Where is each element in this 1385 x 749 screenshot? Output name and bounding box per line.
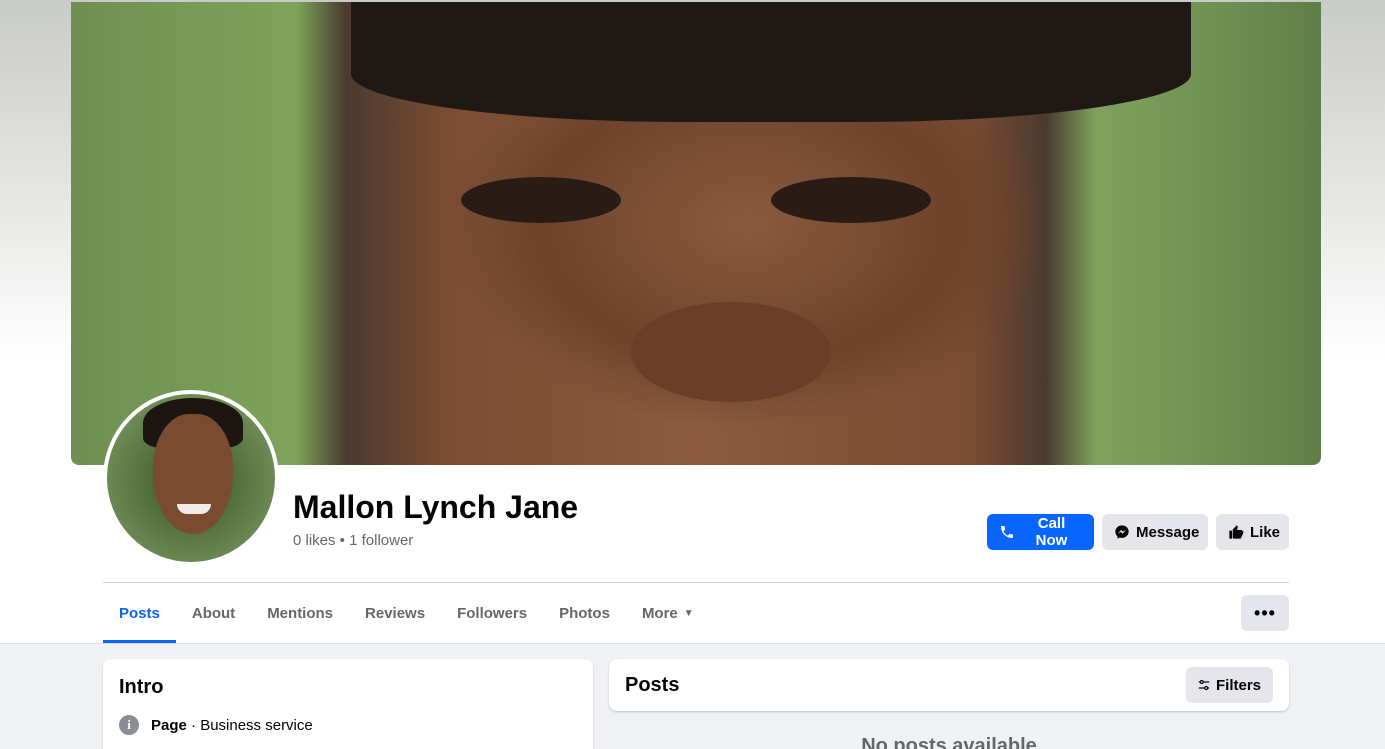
posts-card: Posts Filters (609, 659, 1289, 711)
thumbs-up-icon (1229, 525, 1244, 539)
messenger-icon (1115, 525, 1129, 539)
message-button[interactable]: Message (1102, 514, 1208, 550)
tab-posts[interactable]: Posts (103, 583, 176, 643)
tab-photos[interactable]: Photos (543, 583, 626, 643)
intro-page-category: i Page · Business service (119, 715, 313, 735)
profile-stats[interactable]: 0 likes • 1 follower (293, 532, 413, 549)
tab-about[interactable]: About (176, 583, 251, 643)
profile-tabs: Posts About Mentions Reviews Followers P… (103, 583, 710, 643)
like-button[interactable]: Like (1216, 514, 1289, 550)
intro-card: Intro i Page · Business service (103, 659, 593, 749)
tab-mentions[interactable]: Mentions (251, 583, 349, 643)
filters-label: Filters (1215, 676, 1261, 694)
tab-more[interactable]: More ▼ (626, 583, 710, 643)
call-now-button[interactable]: Call Now (987, 514, 1094, 550)
page-category: · Business service (186, 716, 313, 734)
tab-followers[interactable]: Followers (441, 583, 543, 643)
info-icon: i (119, 715, 139, 735)
intro-title: Intro (119, 676, 164, 698)
message-label: Message (1136, 523, 1200, 541)
cover-photo[interactable] (71, 2, 1321, 465)
profile-name: Mallon Lynch Jane (293, 489, 579, 525)
more-options-button[interactable]: ••• (1241, 595, 1289, 631)
posts-title: Posts (625, 674, 680, 696)
page-label: Page (151, 716, 187, 734)
no-posts-message: No posts available (861, 735, 1037, 749)
filters-button[interactable]: Filters (1186, 667, 1273, 703)
tab-reviews[interactable]: Reviews (349, 583, 441, 643)
profile-avatar[interactable] (103, 390, 279, 566)
filters-icon (1198, 679, 1210, 691)
call-now-label: Call Now (1035, 515, 1068, 549)
caret-down-icon: ▼ (683, 607, 694, 619)
phone-icon (1001, 526, 1013, 538)
like-label: Like (1250, 523, 1281, 541)
